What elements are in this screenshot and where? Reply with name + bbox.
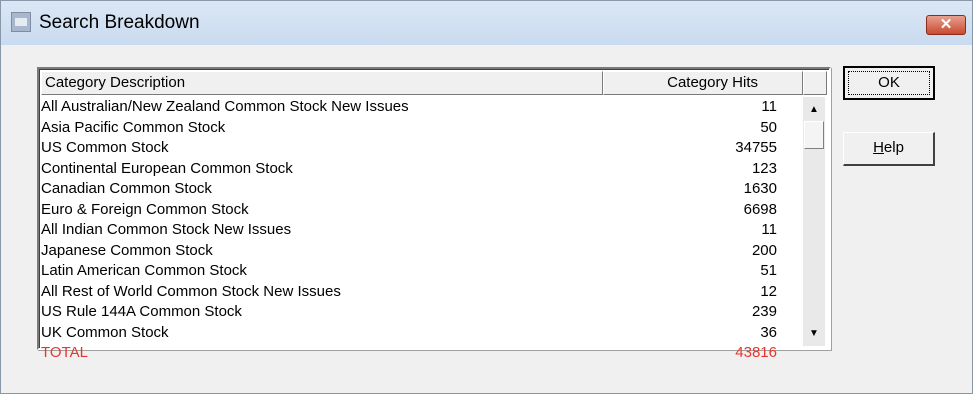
total-row[interactable]: TOTAL 43816 (41, 343, 803, 364)
column-header-hits[interactable]: Category Hits (603, 71, 803, 95)
title-bar[interactable]: Search Breakdown ✕ (1, 1, 972, 45)
table-row[interactable]: Latin American Common Stock 51 (41, 261, 803, 282)
table-row[interactable]: Japanese Common Stock 200 (41, 241, 803, 262)
window-title: Search Breakdown (39, 12, 200, 33)
category-hits: 6698 (743, 200, 777, 218)
table-row[interactable]: All Rest of World Common Stock New Issue… (41, 282, 803, 303)
category-description: All Indian Common Stock New Issues (41, 221, 292, 238)
category-hits: 200 (751, 241, 777, 259)
table-row[interactable]: US Rule 144A Common Stock 239 (41, 302, 803, 323)
category-hits: 123 (751, 159, 777, 177)
help-accelerator: H (873, 139, 884, 156)
category-description: Euro & Foreign Common Stock (41, 200, 249, 218)
category-description: All Australian/New Zealand Common Stock … (41, 98, 409, 115)
category-hits: 43816 (735, 344, 777, 361)
category-hits: 34755 (735, 139, 777, 156)
help-label-rest: elp (883, 139, 904, 156)
category-description: Japanese Common Stock (41, 241, 213, 259)
category-list[interactable]: Category Description Category Hits All A… (37, 67, 831, 361)
table-row[interactable]: US Common Stock 34755 (41, 138, 803, 159)
category-hits: 12 (760, 282, 777, 300)
search-breakdown-window: Search Breakdown ✕ Category Description … (0, 0, 973, 394)
help-button[interactable]: Help (843, 132, 935, 166)
category-hits: 11 (761, 221, 777, 238)
category-description: UK Common Stock (41, 323, 169, 341)
category-description: Canadian Common Stock (41, 180, 212, 197)
table-row[interactable]: All Indian Common Stock New Issues 11 (41, 220, 803, 241)
ok-button[interactable]: OK (843, 66, 935, 100)
scroll-thumb[interactable] (804, 121, 824, 149)
table-row[interactable]: Canadian Common Stock 1630 (41, 179, 803, 200)
list-rows: All Australian/New Zealand Common Stock … (41, 97, 803, 364)
table-row[interactable]: Euro & Foreign Common Stock 6698 (41, 200, 803, 221)
column-header-description[interactable]: Category Description (41, 71, 603, 95)
category-hits: 36 (760, 323, 777, 341)
category-description: All Rest of World Common Stock New Issue… (41, 282, 341, 300)
table-row[interactable]: All Australian/New Zealand Common Stock … (41, 97, 803, 118)
category-description: Continental European Common Stock (41, 159, 293, 177)
category-description: US Common Stock (41, 139, 169, 156)
category-description: Asia Pacific Common Stock (41, 118, 226, 136)
scroll-down-arrow-icon[interactable]: ▼ (804, 324, 824, 344)
dialog-body: Category Description Category Hits All A… (9, 45, 964, 385)
app-icon (11, 12, 31, 32)
category-hits: 11 (761, 98, 777, 115)
category-hits: 1630 (743, 180, 777, 197)
category-description: Latin American Common Stock (41, 262, 247, 279)
category-hits: 50 (760, 118, 777, 136)
list-header: Category Description Category Hits (41, 71, 827, 95)
column-header-filler (803, 71, 827, 95)
category-description: TOTAL (41, 344, 88, 361)
table-row[interactable]: Asia Pacific Common Stock 50 (41, 118, 803, 139)
category-hits: 51 (760, 262, 777, 279)
category-description: US Rule 144A Common Stock (41, 303, 242, 320)
close-button[interactable]: ✕ (926, 15, 966, 35)
scroll-up-arrow-icon[interactable]: ▲ (804, 100, 824, 120)
vertical-scrollbar[interactable]: ▲ ▼ (803, 97, 825, 346)
table-row[interactable]: UK Common Stock 36 (41, 323, 803, 344)
table-row[interactable]: Continental European Common Stock 123 (41, 159, 803, 180)
category-hits: 239 (751, 303, 777, 320)
